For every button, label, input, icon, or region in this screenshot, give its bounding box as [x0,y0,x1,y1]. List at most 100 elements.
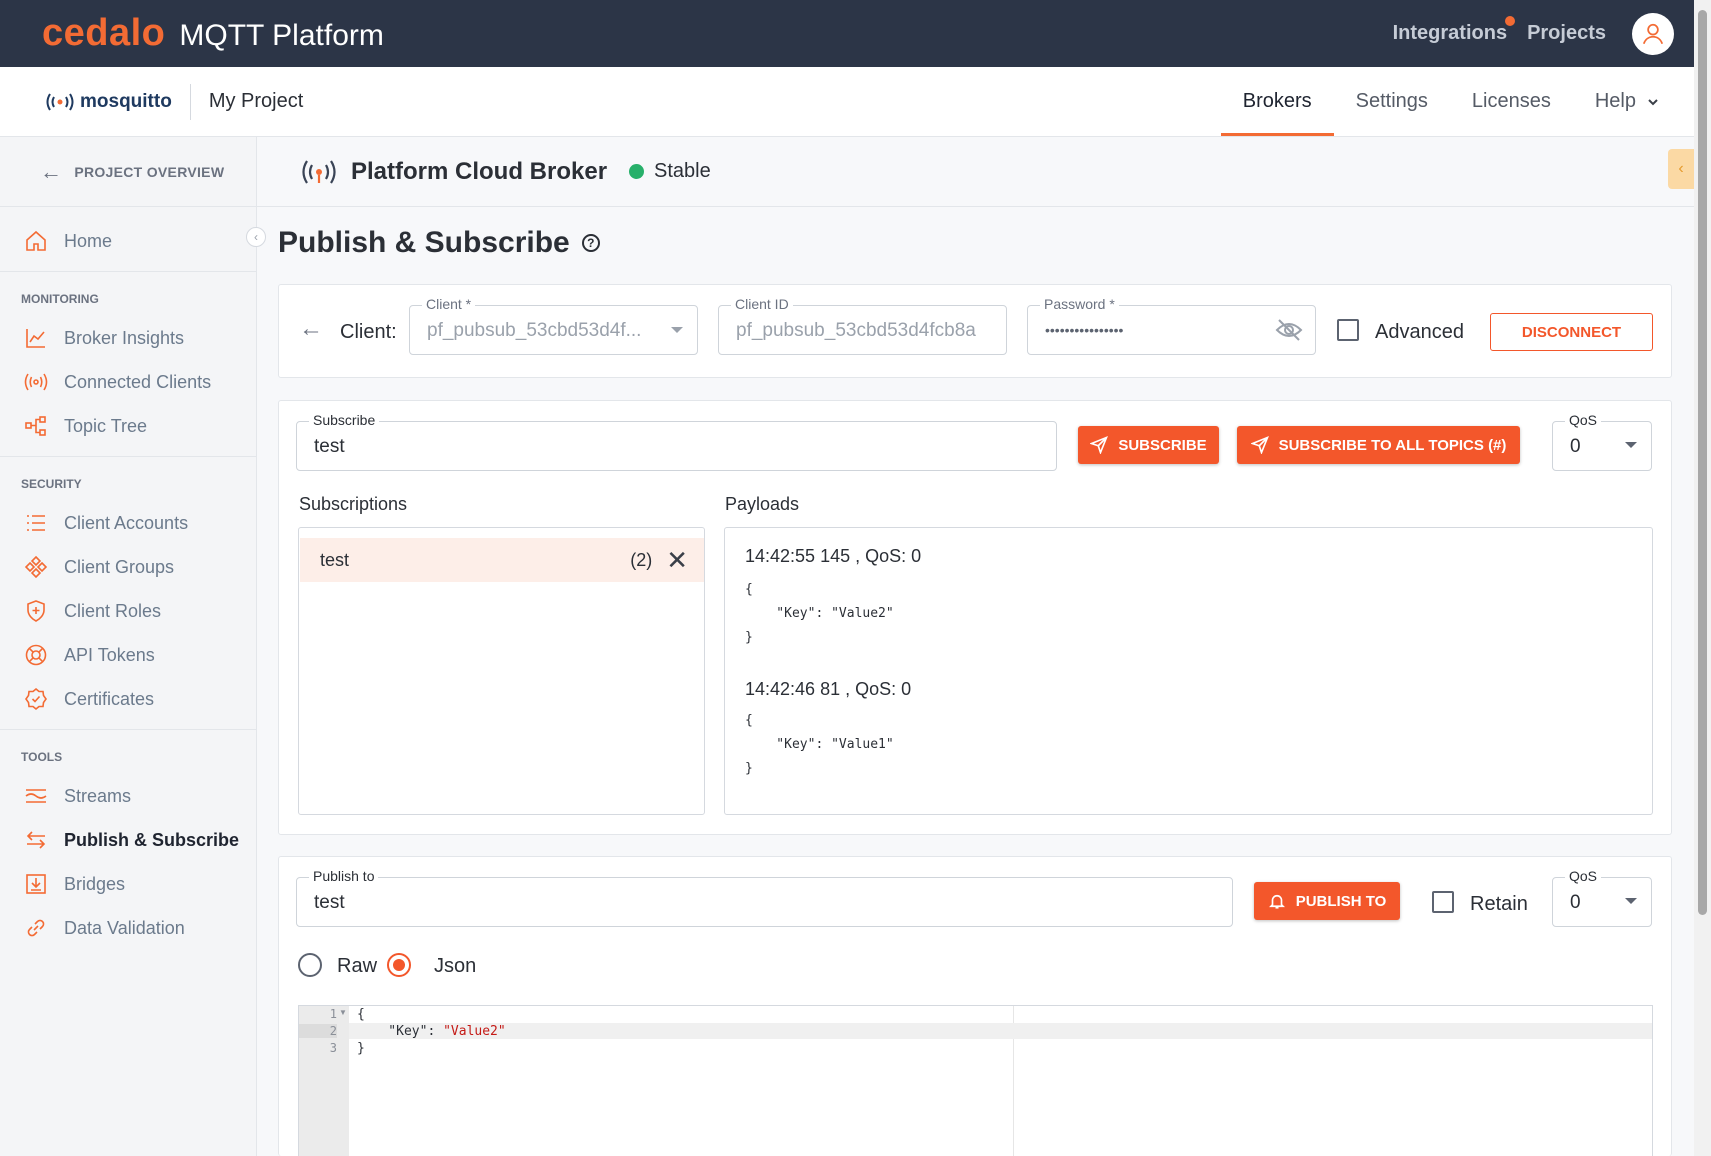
sidebar-separator [0,271,256,278]
sidebar-item-streams[interactable]: Streams [0,774,256,818]
project-overview-link[interactable]: ← PROJECT OVERVIEW [0,137,256,207]
broker-name[interactable]: Platform Cloud Broker [351,158,607,186]
payload-body: { "Key": "Value1" } [745,713,894,776]
collapse-sidebar-button[interactable]: ‹ [246,227,266,247]
sidebar-item-client-roles[interactable]: Client Roles [0,589,256,633]
client-id-field[interactable]: Client ID pf_pubsub_53cbd53d4fcb8a [718,296,1007,355]
certificate-icon [22,685,50,713]
payload-body: { "Key": "Value2" } [745,582,894,645]
swap-icon [22,826,50,854]
projects-link[interactable]: Projects [1527,22,1606,45]
broadcast-icon [46,92,74,111]
streams-icon [22,782,50,810]
sidebar-item-data-validation[interactable]: Data Validation [0,906,256,950]
sidebar-item-bridges[interactable]: Bridges [0,862,256,906]
sidebar-item-home[interactable]: Home [0,219,256,263]
chevron-down-icon [1648,98,1658,105]
publish-qos-select[interactable]: QoS 0 [1552,868,1652,927]
arrow-left-icon: ← [40,158,63,184]
publish-button[interactable]: PUBLISH TO [1254,882,1400,920]
subscriptions-list: test (2) ✕ [298,527,705,815]
sidebar-separator [0,729,256,736]
sidebar-item-topic-tree[interactable]: Topic Tree [0,404,256,448]
dropdown-arrow-icon [1625,898,1637,904]
advanced-checkbox[interactable] [1337,319,1359,341]
raw-label: Raw [337,955,378,977]
send-icon [1090,436,1109,454]
retain-label: Retain [1470,893,1528,915]
page-scrollbar[interactable] [1694,0,1711,1156]
dropdown-arrow-icon [671,327,683,333]
project-name[interactable]: My Project [209,90,303,113]
sidebar-separator [0,456,256,463]
password-field[interactable]: Password * •••••••••••••••• [1027,296,1316,355]
home-icon [22,227,50,255]
client-select[interactable]: Client * pf_pubsub_53cbd53d4f... [409,296,698,355]
broadcast-icon [302,159,336,184]
project-bar: mosquitto My Project Brokers Settings Li… [0,67,1694,137]
page-title: Publish & Subscribe ? [278,226,600,260]
code-line: { [357,1007,365,1022]
payload-header: 14:42:46 81 , QoS: 0 [745,679,912,699]
help-icon[interactable]: ? [581,234,600,252]
broker-header: Platform Cloud Broker Stable ‹ [257,137,1694,207]
sidebar-item-broker-insights[interactable]: Broker Insights [0,316,256,360]
link-icon [22,914,50,942]
broadcast-icon [22,368,50,396]
subscription-count: (2) [630,549,653,570]
app-title: MQTT Platform [179,19,384,52]
json-radio[interactable] [387,953,411,977]
payloads-list: 14:42:55 145 , QoS: 0 { "Key": "Value2" … [724,527,1653,815]
client-panel: ← Client: Client * pf_pubsub_53cbd53d4f.… [278,284,1672,378]
retain-checkbox[interactable] [1432,891,1454,913]
brand[interactable]: cedalo MQTT Platform [42,12,384,55]
dropdown-arrow-icon [1625,442,1637,448]
sidebar-item-client-groups[interactable]: Client Groups [0,545,256,589]
sidebar-section-tools: TOOLS [21,750,63,764]
code-line: } [357,1041,365,1056]
nav-help[interactable]: Help [1573,67,1660,136]
nav-settings[interactable]: Settings [1334,67,1450,136]
subscription-item[interactable]: test (2) ✕ [300,538,704,582]
open-panel-button[interactable]: ‹ [1668,149,1694,189]
notification-dot [1505,16,1516,26]
sidebar-item-publish-subscribe[interactable]: Publish & Subscribe [0,818,256,862]
divider [189,83,191,120]
active-line-highlight [349,1023,1652,1039]
subscribe-all-button[interactable]: SUBSCRIBE TO ALL TOPICS (#) [1237,426,1520,464]
raw-radio[interactable] [298,953,322,977]
nav-brokers[interactable]: Brokers [1220,67,1334,136]
mosquitto-logo[interactable]: mosquitto [44,91,172,113]
sidebar-item-certificates[interactable]: Certificates [0,677,256,721]
disconnect-button[interactable]: DISCONNECT [1490,313,1653,351]
nav-licenses[interactable]: Licenses [1450,67,1573,136]
send-icon [1250,436,1269,454]
status-indicator [629,164,645,179]
code-line: "Key": "Value2" [357,1024,506,1039]
payload-editor[interactable]: 1 ▼ 2 3 { "Key": "Value2" } [298,1005,1653,1156]
back-arrow-icon[interactable]: ← [299,315,323,343]
sidebar-item-client-accounts[interactable]: Client Accounts [0,501,256,545]
project-nav: Brokers Settings Licenses Help [1220,67,1660,136]
shield-icon [22,597,50,625]
broker-status: Stable [654,160,711,182]
close-icon[interactable]: ✕ [666,547,688,573]
subscribe-input[interactable]: Subscribe test [296,412,1057,471]
scrollbar-thumb[interactable] [1698,10,1707,915]
sidebar-section-monitoring: MONITORING [21,292,99,306]
list-icon [22,509,50,537]
subscribe-qos-select[interactable]: QoS 0 [1552,412,1652,471]
fold-arrow-icon[interactable]: ▼ [339,1008,347,1017]
download-box-icon [22,870,50,898]
client-label: Client: [340,321,397,343]
bell-icon [1268,894,1285,909]
sidebar-item-connected-clients[interactable]: Connected Clients [0,360,256,404]
user-avatar[interactable] [1632,12,1674,55]
line-number: 1 [329,1007,337,1021]
sidebar-item-api-tokens[interactable]: API Tokens [0,633,256,677]
subscribe-button[interactable]: SUBSCRIBE [1078,426,1219,464]
eye-off-icon[interactable] [1275,318,1303,342]
payloads-label: Payloads [725,494,800,514]
integrations-link[interactable]: Integrations [1393,16,1516,45]
publish-topic-input[interactable]: Publish to test [296,868,1233,927]
